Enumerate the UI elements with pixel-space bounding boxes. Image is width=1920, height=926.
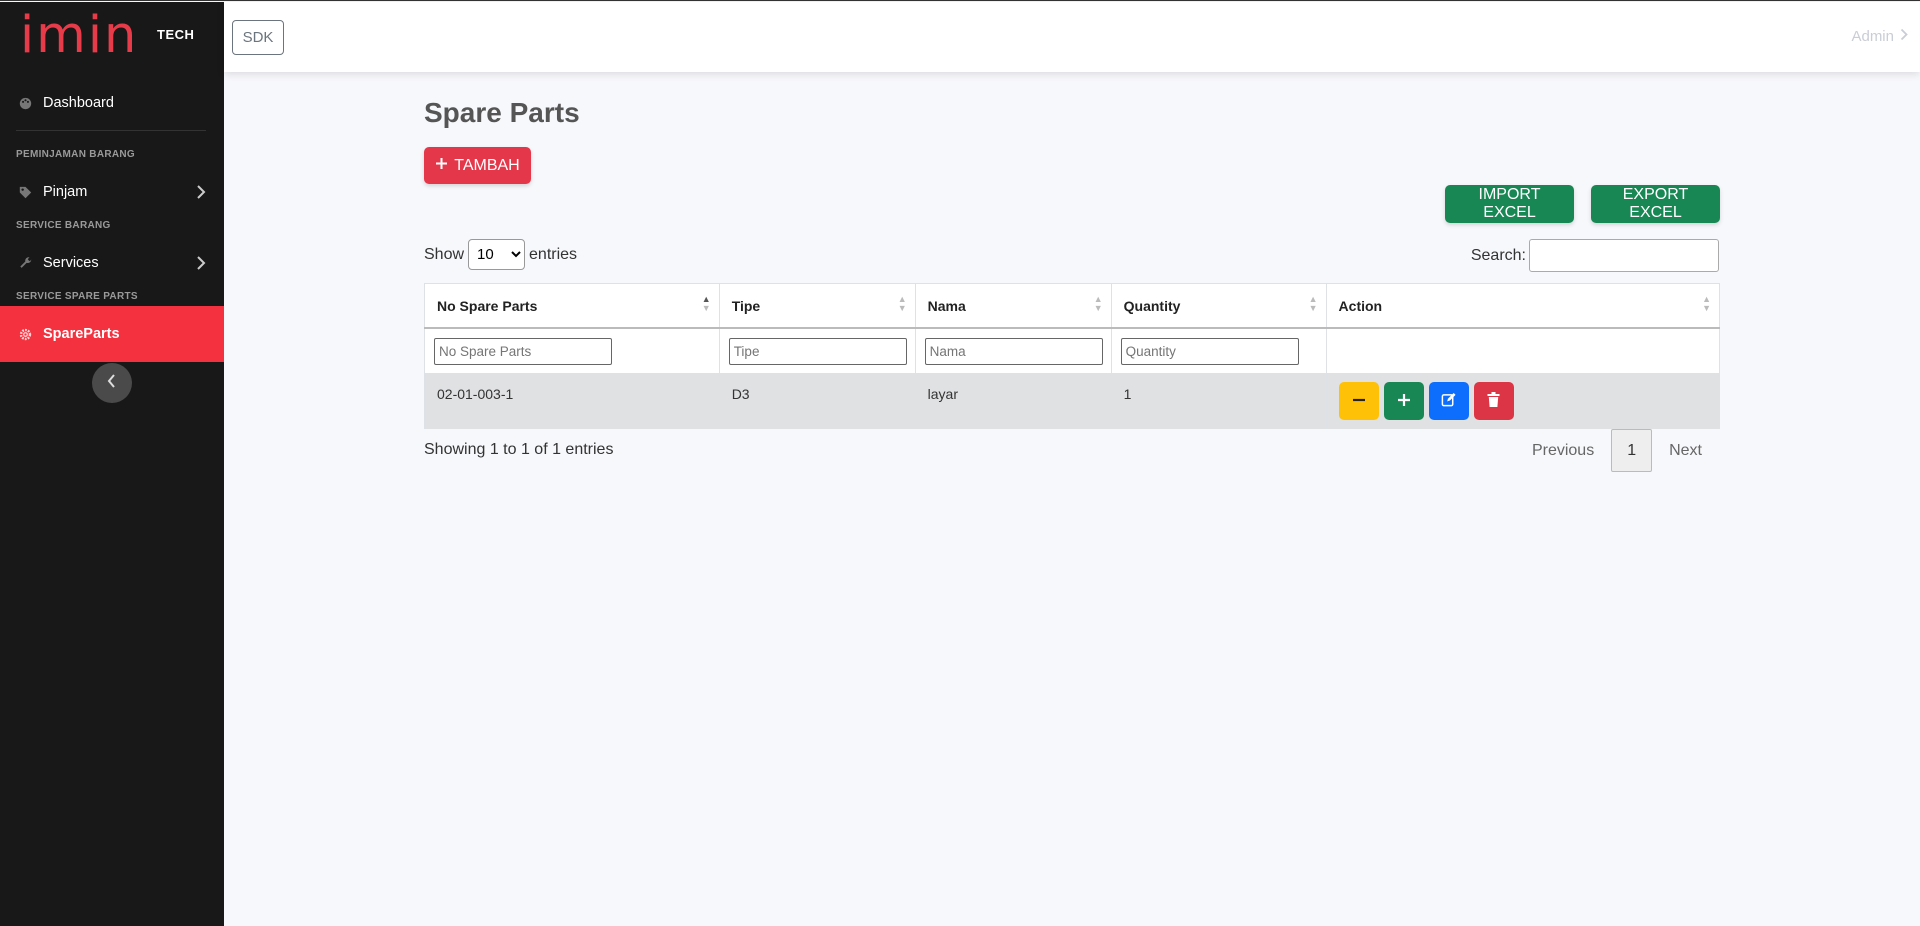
tambah-button[interactable]: TAMBAH bbox=[424, 147, 531, 184]
edit-button[interactable] bbox=[1428, 382, 1469, 420]
column-header-label: Tipe bbox=[731, 297, 761, 314]
admin-menu[interactable]: Admin bbox=[1851, 28, 1908, 45]
cell-quantity: 1 bbox=[1110, 373, 1327, 429]
logo: imin bbox=[20, 6, 139, 65]
edit-icon bbox=[1441, 392, 1456, 410]
filter-cell bbox=[424, 327, 720, 374]
sidebar-item-dashboard[interactable]: Dashboard bbox=[0, 81, 224, 125]
minus-icon bbox=[1352, 393, 1366, 410]
next-button[interactable]: Next bbox=[1652, 429, 1719, 472]
filter-cell bbox=[718, 327, 916, 374]
header-row: No Spare Parts ▲ ▼ Tipe ▲ ▼ Nama ▲ ▼ Quantity ▲… bbox=[424, 283, 1721, 329]
gear-icon bbox=[18, 328, 33, 341]
sort-icon: ▲ ▼ bbox=[1093, 294, 1103, 313]
sidebar-item-spareparts[interactable]: SpareParts bbox=[0, 306, 224, 362]
column-header-no-spare-parts[interactable]: No Spare Parts ▲ ▼ bbox=[424, 283, 720, 329]
palette-icon bbox=[18, 97, 33, 110]
filter-tipe-input[interactable] bbox=[728, 337, 907, 365]
column-header-nama[interactable]: Nama ▲ ▼ bbox=[914, 283, 1112, 329]
plus-icon bbox=[435, 157, 448, 175]
search: Search: bbox=[1471, 239, 1719, 272]
cell-nama: layar bbox=[914, 373, 1112, 429]
sidebar-item-label: Pinjam bbox=[43, 184, 88, 200]
sort-icon: ▲ ▼ bbox=[1308, 294, 1318, 313]
sidebar-item-label: SpareParts bbox=[43, 326, 120, 342]
filter-cell bbox=[914, 327, 1112, 374]
sidebar-item-services[interactable]: Services bbox=[0, 241, 224, 285]
show-label: Show bbox=[424, 245, 465, 263]
delete-button[interactable] bbox=[1473, 382, 1514, 420]
section-heading: PEMINJAMAN BARANG bbox=[16, 149, 135, 160]
table-info: Showing 1 to 1 of 1 entries bbox=[424, 441, 614, 458]
page-1-button[interactable]: 1 bbox=[1611, 429, 1653, 472]
pagination: Previous 1 Next bbox=[1515, 429, 1719, 472]
column-header-label: Action bbox=[1338, 297, 1383, 314]
increase-button[interactable] bbox=[1383, 382, 1424, 420]
tag-icon bbox=[18, 186, 33, 199]
page-title: Spare Parts bbox=[424, 97, 580, 128]
spare-parts-table: No Spare Parts ▲ ▼ Tipe ▲ ▼ Nama ▲ ▼ Quantity ▲… bbox=[424, 283, 1721, 429]
sort-icon: ▲ ▼ bbox=[1702, 294, 1711, 313]
cell-no-spare-parts: 02-01-003-1 bbox=[424, 373, 720, 429]
decrease-button[interactable] bbox=[1338, 382, 1379, 420]
search-input[interactable] bbox=[1529, 239, 1719, 272]
trash-icon bbox=[1487, 392, 1500, 410]
chevron-right-icon bbox=[196, 255, 206, 275]
column-header-tipe[interactable]: Tipe ▲ ▼ bbox=[718, 283, 916, 329]
section-heading: SERVICE SPARE PARTS bbox=[16, 291, 138, 302]
filter-cell bbox=[1110, 327, 1327, 374]
sdk-button[interactable]: SDK bbox=[232, 20, 284, 55]
section-heading: SERVICE BARANG bbox=[16, 220, 111, 231]
column-header-quantity[interactable]: Quantity ▲ ▼ bbox=[1110, 283, 1327, 329]
filter-cell bbox=[1325, 327, 1721, 374]
filter-nama-input[interactable] bbox=[924, 337, 1103, 365]
plus-icon bbox=[1397, 393, 1411, 410]
tambah-label: TAMBAH bbox=[454, 156, 520, 174]
import-excel-button[interactable]: IMPORT EXCEL bbox=[1445, 185, 1574, 223]
sidebar-collapse-button[interactable] bbox=[92, 363, 132, 403]
topbar: SDK Admin bbox=[224, 2, 1920, 72]
sort-asc-icon: ▲ ▼ bbox=[701, 294, 711, 313]
filter-no-spare-parts-input[interactable] bbox=[434, 337, 612, 365]
cell-action bbox=[1325, 373, 1720, 429]
chevron-left-icon bbox=[107, 373, 117, 393]
logo-tech: TECH bbox=[157, 27, 195, 42]
entries-length: Show 10 entries bbox=[424, 239, 577, 270]
column-header-action[interactable]: Action ▲ ▼ bbox=[1325, 283, 1721, 329]
brand[interactable]: imin TECH bbox=[0, 2, 224, 72]
sidebar: imin TECH Dashboard PEMINJAMAN BARANG Pi… bbox=[0, 2, 224, 926]
sidebar-item-label: Services bbox=[43, 255, 99, 271]
previous-button[interactable]: Previous bbox=[1515, 429, 1611, 472]
action-buttons bbox=[1338, 382, 1720, 420]
divider bbox=[16, 130, 206, 131]
admin-label: Admin bbox=[1851, 28, 1894, 45]
chevron-right-icon bbox=[196, 184, 206, 204]
chevron-right-icon bbox=[1900, 28, 1908, 45]
wrench-icon bbox=[18, 256, 33, 270]
entries-select[interactable]: 10 bbox=[468, 239, 526, 270]
column-header-label: Nama bbox=[927, 297, 966, 314]
table-row: 02-01-003-1 D3 layar 1 bbox=[424, 373, 1720, 429]
search-label: Search: bbox=[1470, 246, 1526, 264]
sidebar-item-label: Dashboard bbox=[43, 95, 114, 111]
sort-icon: ▲ ▼ bbox=[897, 294, 907, 313]
entries-label: entries bbox=[529, 245, 578, 263]
column-header-label: No Spare Parts bbox=[437, 297, 538, 314]
column-header-label: Quantity bbox=[1123, 297, 1181, 314]
export-excel-button[interactable]: EXPORT EXCEL bbox=[1591, 185, 1720, 223]
filter-row bbox=[424, 327, 1721, 374]
cell-tipe: D3 bbox=[718, 373, 916, 429]
filter-quantity-input[interactable] bbox=[1120, 337, 1299, 365]
sidebar-item-pinjam[interactable]: Pinjam bbox=[0, 170, 224, 214]
